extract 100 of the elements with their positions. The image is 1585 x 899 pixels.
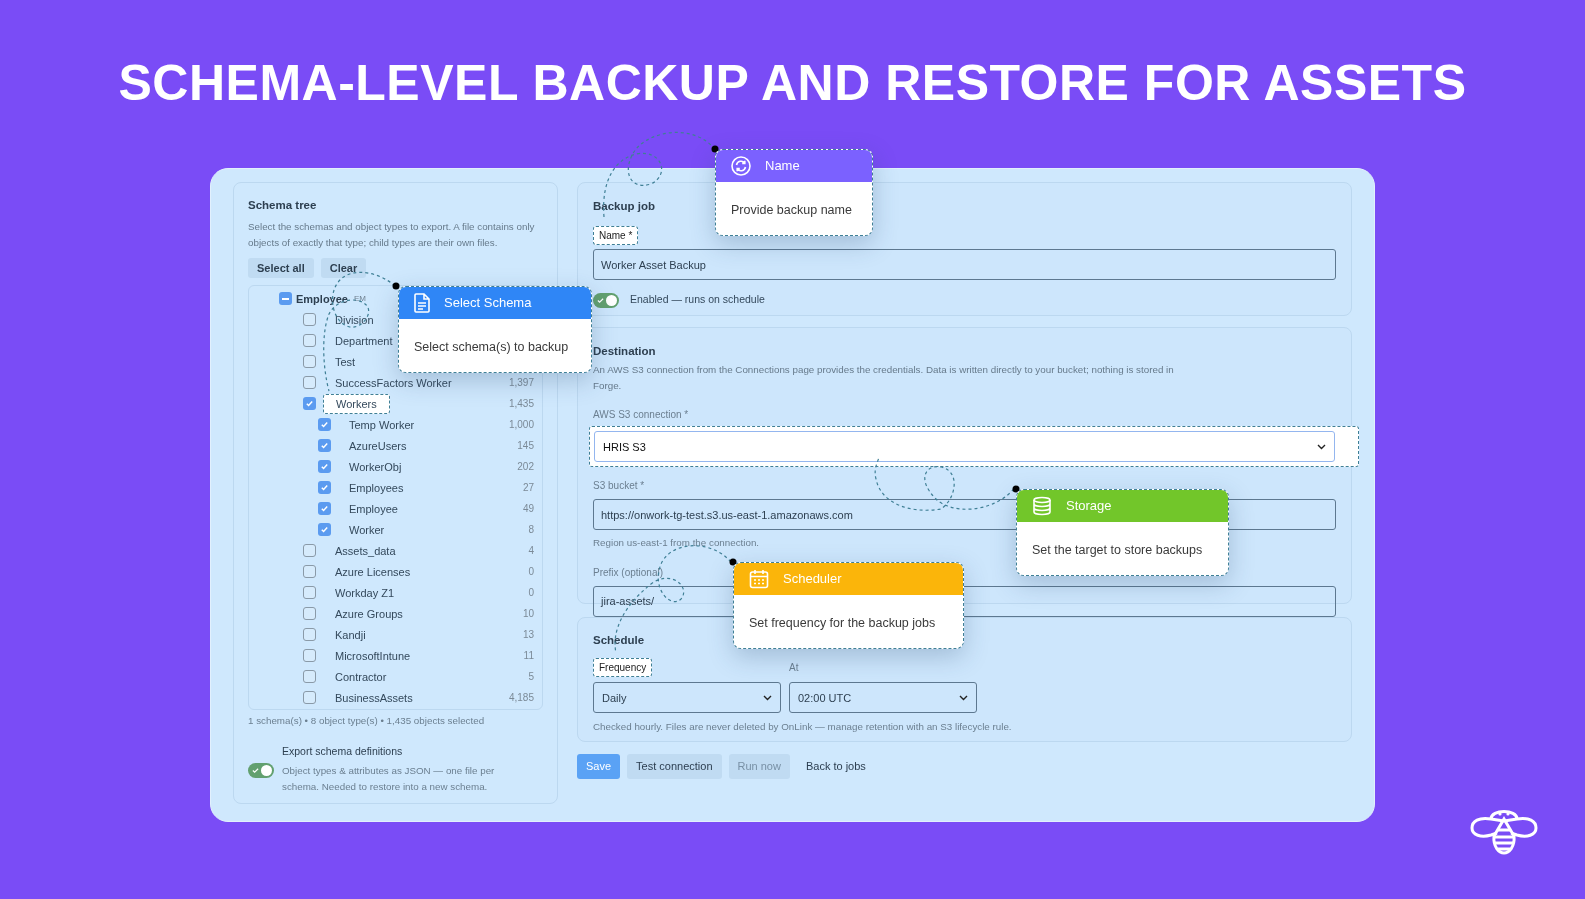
callout-text: Set the target to store backups bbox=[1032, 543, 1203, 557]
object-count: 27 bbox=[522, 481, 534, 496]
tree-item-label[interactable]: Workers bbox=[323, 393, 390, 414]
callout-text: Select schema(s) to backup bbox=[414, 340, 569, 354]
section-description: An AWS S3 connection from the Connections page provides the credentials. Data is written directly to your bucket; nothing is stored in Forge. bbox=[593, 363, 1175, 394]
panel-title: Schema tree bbox=[248, 198, 318, 213]
tree-item-label[interactable]: Contractor bbox=[335, 668, 387, 685]
tree-item-label[interactable]: SuccessFactors Worker bbox=[335, 374, 452, 391]
connection-select[interactable]: HRIS S3 bbox=[594, 431, 1335, 463]
callout-text: Provide backup name bbox=[731, 203, 852, 217]
check-icon bbox=[320, 420, 329, 430]
callout-title: Storage bbox=[1066, 497, 1112, 516]
field-label: Prefix (optional) bbox=[593, 565, 664, 580]
object-count: 5 bbox=[528, 670, 534, 685]
tree-item-label[interactable]: Assets_data bbox=[335, 542, 396, 559]
checkbox[interactable] bbox=[279, 292, 292, 306]
object-count: 0 bbox=[528, 586, 534, 601]
check-icon bbox=[320, 483, 329, 493]
chevron-down-icon bbox=[959, 694, 968, 701]
document-icon bbox=[414, 293, 430, 313]
check-icon bbox=[320, 462, 329, 472]
tree-item-label[interactable]: Azure Licenses bbox=[335, 563, 411, 580]
checkbox[interactable] bbox=[318, 481, 331, 495]
tree-item-label[interactable]: Division bbox=[335, 311, 374, 328]
tree-item-label[interactable]: Employees bbox=[349, 479, 404, 496]
check-icon bbox=[320, 441, 329, 451]
check-icon bbox=[252, 766, 259, 774]
object-count: 0 bbox=[528, 565, 534, 580]
field-label: S3 bucket * bbox=[593, 479, 645, 494]
tree-item-label[interactable]: AzureUsers bbox=[349, 437, 407, 454]
dropdown-select[interactable]: Daily bbox=[593, 682, 781, 714]
checkbox[interactable] bbox=[303, 544, 316, 558]
field-hint: Region us-east-1 from the connection. bbox=[593, 536, 760, 551]
check-icon bbox=[320, 525, 329, 535]
selection-summary: 1 schema(s) • 8 object type(s) • 1,435 objects selected bbox=[248, 714, 486, 729]
checkbox[interactable] bbox=[303, 565, 316, 579]
field-label: At bbox=[789, 661, 799, 676]
database-icon bbox=[1032, 496, 1052, 516]
checkbox[interactable] bbox=[303, 397, 316, 411]
toggle-switch[interactable] bbox=[593, 292, 619, 308]
checkbox[interactable] bbox=[303, 313, 316, 327]
checkbox[interactable] bbox=[303, 670, 316, 684]
name-input[interactable]: Worker Asset Backup bbox=[593, 249, 1336, 281]
action-button[interactable]: Test connection bbox=[627, 754, 722, 779]
tree-item-label[interactable]: Workday Z1 bbox=[335, 584, 395, 601]
object-count: 1,435 bbox=[508, 397, 534, 412]
tree-item-label[interactable]: Temp Worker bbox=[349, 416, 415, 433]
action-button[interactable]: Back to jobs bbox=[796, 754, 875, 779]
checkbox[interactable] bbox=[318, 502, 331, 516]
check-icon bbox=[305, 399, 314, 409]
callout-title: Select Schema bbox=[444, 294, 532, 313]
tree-item-label[interactable]: Kandji bbox=[335, 626, 366, 643]
checkbox[interactable] bbox=[303, 691, 316, 705]
tree-item-label[interactable]: WorkerObj bbox=[349, 458, 402, 475]
refresh-icon bbox=[731, 156, 751, 176]
object-count: 13 bbox=[522, 628, 534, 643]
field-label: AWS S3 connection * bbox=[593, 408, 689, 423]
object-count: 11 bbox=[523, 649, 534, 664]
check-icon bbox=[320, 504, 329, 514]
checkbox[interactable] bbox=[318, 418, 331, 432]
checkbox[interactable] bbox=[318, 523, 331, 537]
check-icon bbox=[597, 296, 604, 304]
tree-item-label[interactable]: Worker bbox=[349, 521, 385, 538]
checkbox[interactable] bbox=[303, 376, 316, 390]
tree-item-label[interactable]: Department bbox=[335, 332, 393, 349]
tree-item-label[interactable]: Test bbox=[335, 353, 356, 370]
option-title: Export schema definitions bbox=[282, 743, 404, 759]
checkbox[interactable] bbox=[318, 460, 331, 474]
object-count: 4 bbox=[528, 544, 534, 559]
tree-item-label[interactable]: BusinessAssets bbox=[335, 689, 413, 706]
checkbox[interactable] bbox=[303, 586, 316, 600]
section-title: Destination bbox=[593, 344, 656, 359]
tree-item-label[interactable]: Employee bbox=[349, 500, 398, 517]
tree-item-label[interactable]: MicrosoftIntune bbox=[335, 647, 411, 664]
dropdown-select[interactable]: 02:00 UTC bbox=[789, 682, 977, 714]
chevron-down-icon bbox=[1317, 443, 1326, 450]
callout-text: Set frequency for the backup jobs bbox=[749, 616, 936, 630]
option-description: Object types & attributes as JSON — one file per schema. Needed to restore into a new schema. bbox=[282, 763, 496, 794]
panel-description: Select the schemas and object types to export. A file contains only objects of exactly that type; child types are their own files. bbox=[248, 220, 536, 251]
checkbox[interactable] bbox=[303, 649, 316, 663]
object-count: 10 bbox=[522, 607, 534, 622]
checkbox[interactable] bbox=[303, 355, 316, 369]
tree-item-label[interactable]: Azure Groups bbox=[335, 605, 403, 622]
callout-title: Name bbox=[765, 157, 800, 176]
tree-action-button[interactable]: Select all bbox=[248, 258, 314, 279]
toggle-switch[interactable] bbox=[248, 762, 274, 778]
checkbox[interactable] bbox=[303, 334, 316, 348]
section-title: Schedule bbox=[593, 633, 645, 648]
object-count: 8 bbox=[528, 523, 534, 538]
checkbox[interactable] bbox=[318, 439, 331, 453]
object-count: 49 bbox=[522, 502, 534, 517]
object-count: 145 bbox=[517, 439, 534, 454]
object-count: 202 bbox=[517, 460, 534, 475]
checkbox[interactable] bbox=[303, 607, 316, 621]
field-label: Name * bbox=[593, 226, 639, 246]
tree-item-label[interactable]: Employee bbox=[296, 290, 348, 307]
object-count: 1,000 bbox=[508, 418, 534, 433]
tree-action-button[interactable]: Clear bbox=[320, 258, 367, 279]
chevron-down-icon bbox=[763, 694, 772, 701]
checkbox[interactable] bbox=[303, 628, 316, 642]
